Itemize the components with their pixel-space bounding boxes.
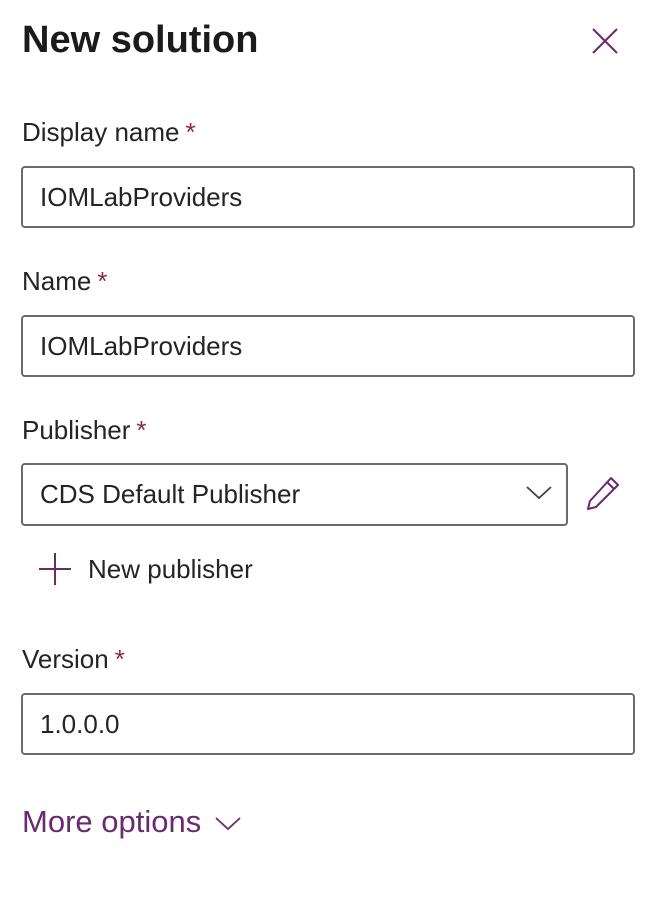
- required-marker: *: [114, 644, 125, 674]
- chevron-down-icon: [526, 486, 552, 500]
- display-name-input[interactable]: [21, 166, 635, 228]
- required-marker: *: [97, 266, 108, 296]
- name-input[interactable]: [21, 315, 635, 377]
- display-name-label: Display name *: [22, 115, 196, 149]
- edit-publisher-button[interactable]: [584, 474, 626, 516]
- name-label: Name *: [22, 264, 107, 298]
- new-solution-panel: New solution Display name* Name* Publish…: [0, 0, 651, 898]
- publisher-label: Publisher *: [22, 413, 147, 447]
- more-options-label: More options: [22, 804, 202, 839]
- panel-title: New solution: [22, 19, 259, 61]
- required-marker: *: [136, 415, 147, 445]
- publisher-selected-value: CDS Default Publisher: [40, 479, 301, 509]
- display-name-label-text: Display name: [22, 117, 180, 147]
- name-label-text: Name: [22, 266, 92, 296]
- pencil-icon: [587, 477, 619, 510]
- version-label-text: Version: [22, 644, 109, 674]
- publisher-label-text: Publisher: [22, 415, 131, 445]
- close-button[interactable]: [586, 22, 624, 60]
- close-icon: [592, 28, 618, 54]
- chevron-down-icon: [215, 817, 241, 831]
- version-input[interactable]: [21, 693, 635, 755]
- more-options-toggle[interactable]: More options: [22, 800, 241, 844]
- required-marker: *: [185, 117, 196, 147]
- version-label: Version *: [22, 642, 125, 676]
- plus-icon: [39, 553, 71, 585]
- new-publisher-button[interactable]: New publisher: [36, 548, 253, 590]
- publisher-dropdown[interactable]: CDS Default Publisher: [21, 463, 568, 526]
- new-publisher-label: New publisher: [88, 553, 253, 584]
